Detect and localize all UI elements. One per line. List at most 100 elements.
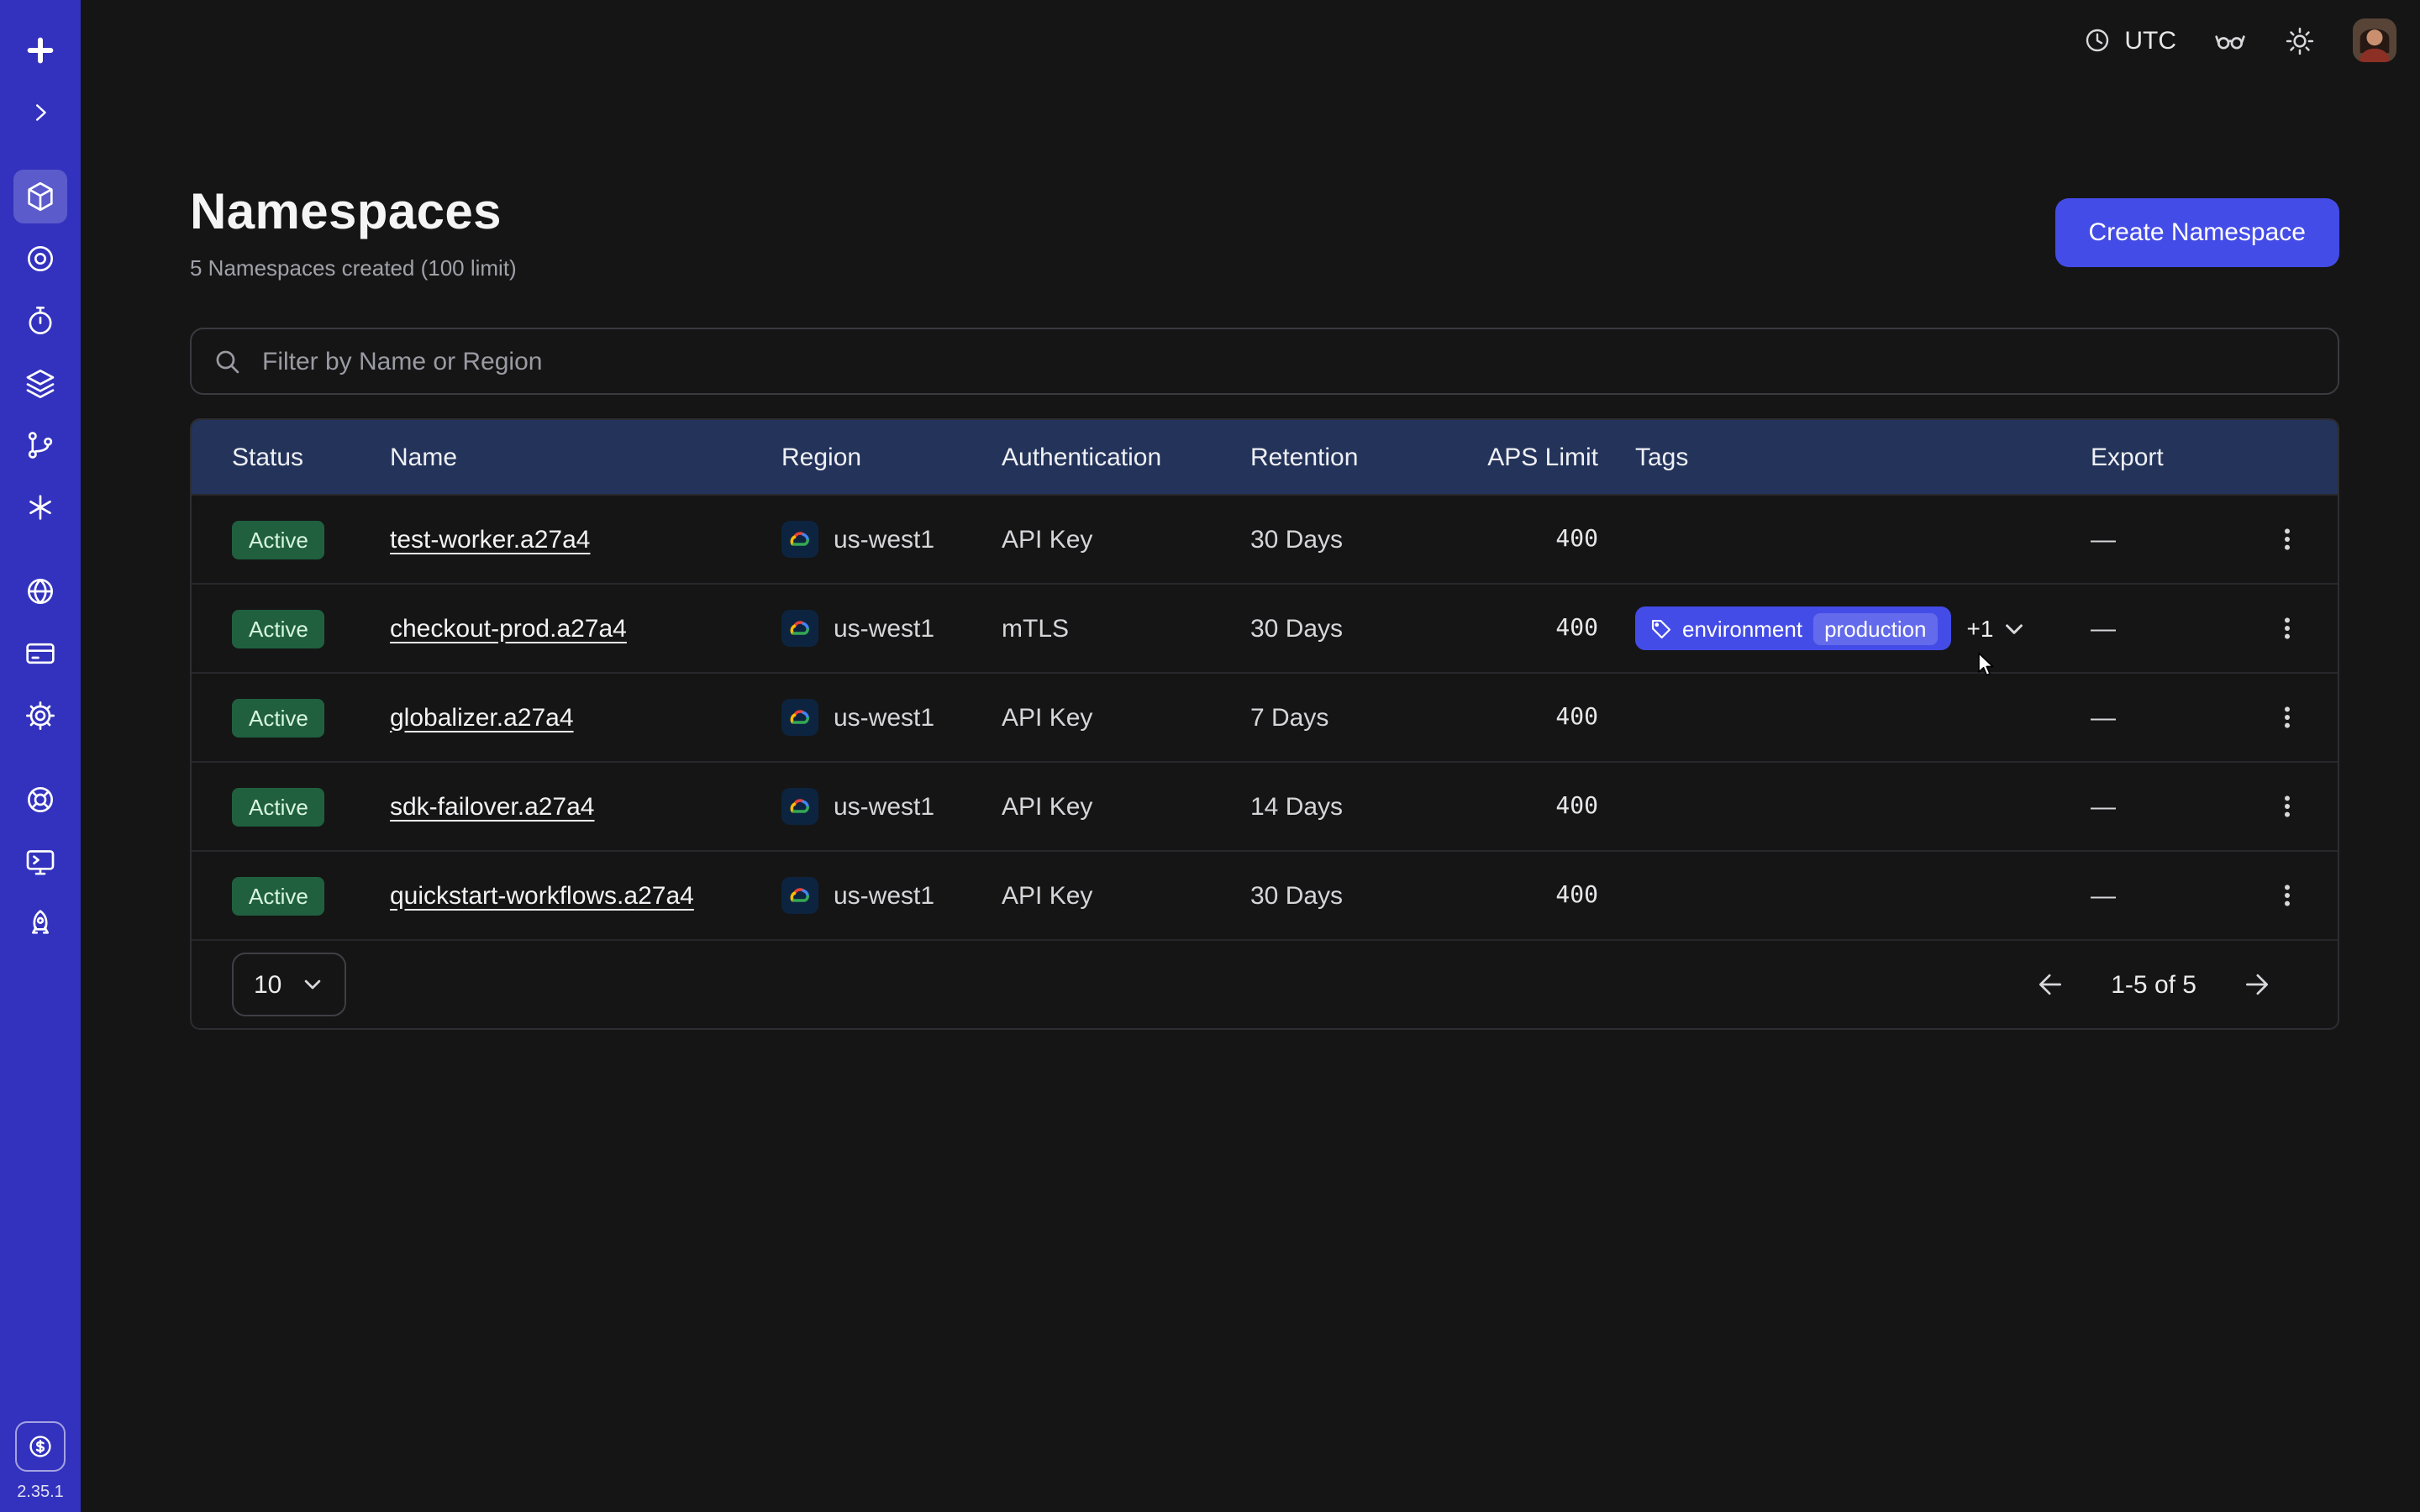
gcp-icon [781, 877, 818, 914]
sidebar-item-regions[interactable] [13, 564, 67, 618]
status-badge: Active [232, 609, 325, 648]
arrow-right-icon [2240, 968, 2274, 1001]
branch-icon [24, 428, 57, 462]
aps-cell: 400 [1447, 526, 1598, 553]
topbar: UTC [81, 0, 2420, 81]
dollar-usage-icon [25, 1431, 55, 1462]
sidebar-item-schedules[interactable] [13, 294, 67, 348]
sidebar-item-batch[interactable] [13, 418, 67, 472]
aps-cell: 400 [1447, 793, 1598, 820]
auth-cell: API Key [1002, 881, 1250, 910]
page-size-select[interactable]: 10 [232, 953, 345, 1016]
kebab-icon [2274, 793, 2301, 820]
namespace-link[interactable]: quickstart-workflows.a27a4 [390, 881, 694, 910]
prev-page-button[interactable] [2033, 968, 2067, 1001]
sidebar: 2.35.1 [0, 0, 81, 1512]
table-row: Active checkout-prod.a27a4 us-west1 mTLS… [192, 583, 2338, 672]
col-header-retention: Retention [1250, 443, 1447, 471]
layers-icon [24, 366, 57, 400]
sidebar-footer: 2.35.1 [0, 1421, 81, 1502]
namespaces-table: Status Name Region Authentication Retent… [190, 418, 2339, 1030]
export-cell: — [2091, 614, 2262, 643]
region-label: us-west1 [834, 703, 934, 732]
monitor-icon [24, 845, 57, 879]
expand-chevron-icon[interactable] [13, 86, 67, 139]
col-header-name: Name [390, 443, 781, 471]
namespace-link[interactable]: checkout-prod.a27a4 [390, 614, 627, 643]
sidebar-item-billing[interactable] [13, 627, 67, 680]
namespace-link[interactable]: globalizer.a27a4 [390, 703, 574, 732]
create-namespace-button[interactable]: Create Namespace [2055, 198, 2339, 267]
usage-button[interactable] [15, 1421, 66, 1472]
table-header-row: Status Name Region Authentication Retent… [192, 420, 2338, 494]
cube-icon [24, 180, 57, 213]
aps-cell: 400 [1447, 704, 1598, 731]
theme-toggle[interactable] [2284, 24, 2316, 56]
sidebar-item-namespaces[interactable] [13, 170, 67, 223]
page-size-value: 10 [254, 970, 281, 999]
tag-icon [1650, 617, 1672, 639]
tag-value: production [1812, 612, 1938, 644]
rocket-icon [24, 907, 57, 941]
chevron-down-icon[interactable] [2002, 616, 2027, 641]
card-icon [24, 637, 57, 670]
retention-cell: 30 Days [1250, 525, 1447, 554]
auth-cell: mTLS [1002, 614, 1250, 643]
page-title: Namespaces [190, 185, 517, 242]
status-badge: Active [232, 520, 325, 559]
region-label: us-west1 [834, 792, 934, 821]
region-label: us-west1 [834, 881, 934, 910]
row-menu-button[interactable] [2262, 514, 2312, 564]
col-header-tags: Tags [1598, 443, 2091, 471]
sidebar-item-nexus[interactable] [13, 480, 67, 534]
retention-cell: 30 Days [1250, 881, 1447, 910]
tags-more-count[interactable]: +1 [1967, 615, 1994, 642]
sidebar-item-circles[interactable] [13, 232, 67, 286]
sun-icon [2284, 24, 2316, 56]
avatar-image [2353, 18, 2396, 62]
temporal-logo-icon[interactable] [13, 24, 67, 77]
kebab-icon [2274, 882, 2301, 909]
pagination-range: 1-5 of 5 [2111, 970, 2196, 999]
main-content: Namespaces 5 Namespaces created (100 lim… [81, 81, 2420, 1512]
sidebar-item-deployments[interactable] [13, 356, 67, 410]
sidebar-item-support[interactable] [13, 773, 67, 827]
auth-cell: API Key [1002, 792, 1250, 821]
next-page-button[interactable] [2240, 968, 2274, 1001]
table-row: Active test-worker.a27a4 us-west1 API Ke… [192, 494, 2338, 583]
sidebar-item-settings[interactable] [13, 689, 67, 743]
namespace-link[interactable]: test-worker.a27a4 [390, 525, 590, 554]
chevron-down-icon [300, 973, 324, 996]
timezone-label: UTC [2124, 26, 2176, 55]
kebab-icon [2274, 526, 2301, 553]
sidebar-item-docs[interactable] [13, 835, 67, 889]
kebab-icon [2274, 704, 2301, 731]
retention-cell: 14 Days [1250, 792, 1447, 821]
gcp-icon [781, 521, 818, 558]
user-avatar[interactable] [2353, 18, 2396, 62]
arrow-left-icon [2033, 968, 2067, 1001]
row-menu-button[interactable] [2262, 781, 2312, 832]
col-header-region: Region [781, 443, 1002, 471]
retention-cell: 7 Days [1250, 703, 1447, 732]
table-row: Active quickstart-workflows.a27a4 us-wes… [192, 850, 2338, 939]
namespace-link[interactable]: sdk-failover.a27a4 [390, 792, 595, 821]
retention-cell: 30 Days [1250, 614, 1447, 643]
region-label: us-west1 [834, 614, 934, 643]
col-header-export: Export [2091, 443, 2262, 471]
region-label: us-west1 [834, 525, 934, 554]
gcp-icon [781, 610, 818, 647]
tag-chip[interactable]: environment production [1635, 606, 1952, 650]
globe-icon [24, 575, 57, 608]
row-menu-button[interactable] [2262, 870, 2312, 921]
timezone-selector[interactable]: UTC [2082, 25, 2176, 55]
row-menu-button[interactable] [2262, 692, 2312, 743]
sidebar-item-getting-started[interactable] [13, 897, 67, 951]
clock-icon [2082, 25, 2112, 55]
search-icon [213, 347, 242, 375]
filter-input[interactable] [259, 345, 2316, 377]
table-row: Active globalizer.a27a4 us-west1 API Key… [192, 672, 2338, 761]
labs-toggle[interactable] [2213, 24, 2247, 57]
row-menu-button[interactable] [2262, 603, 2312, 654]
page-header: Namespaces 5 Namespaces created (100 lim… [190, 185, 2339, 281]
